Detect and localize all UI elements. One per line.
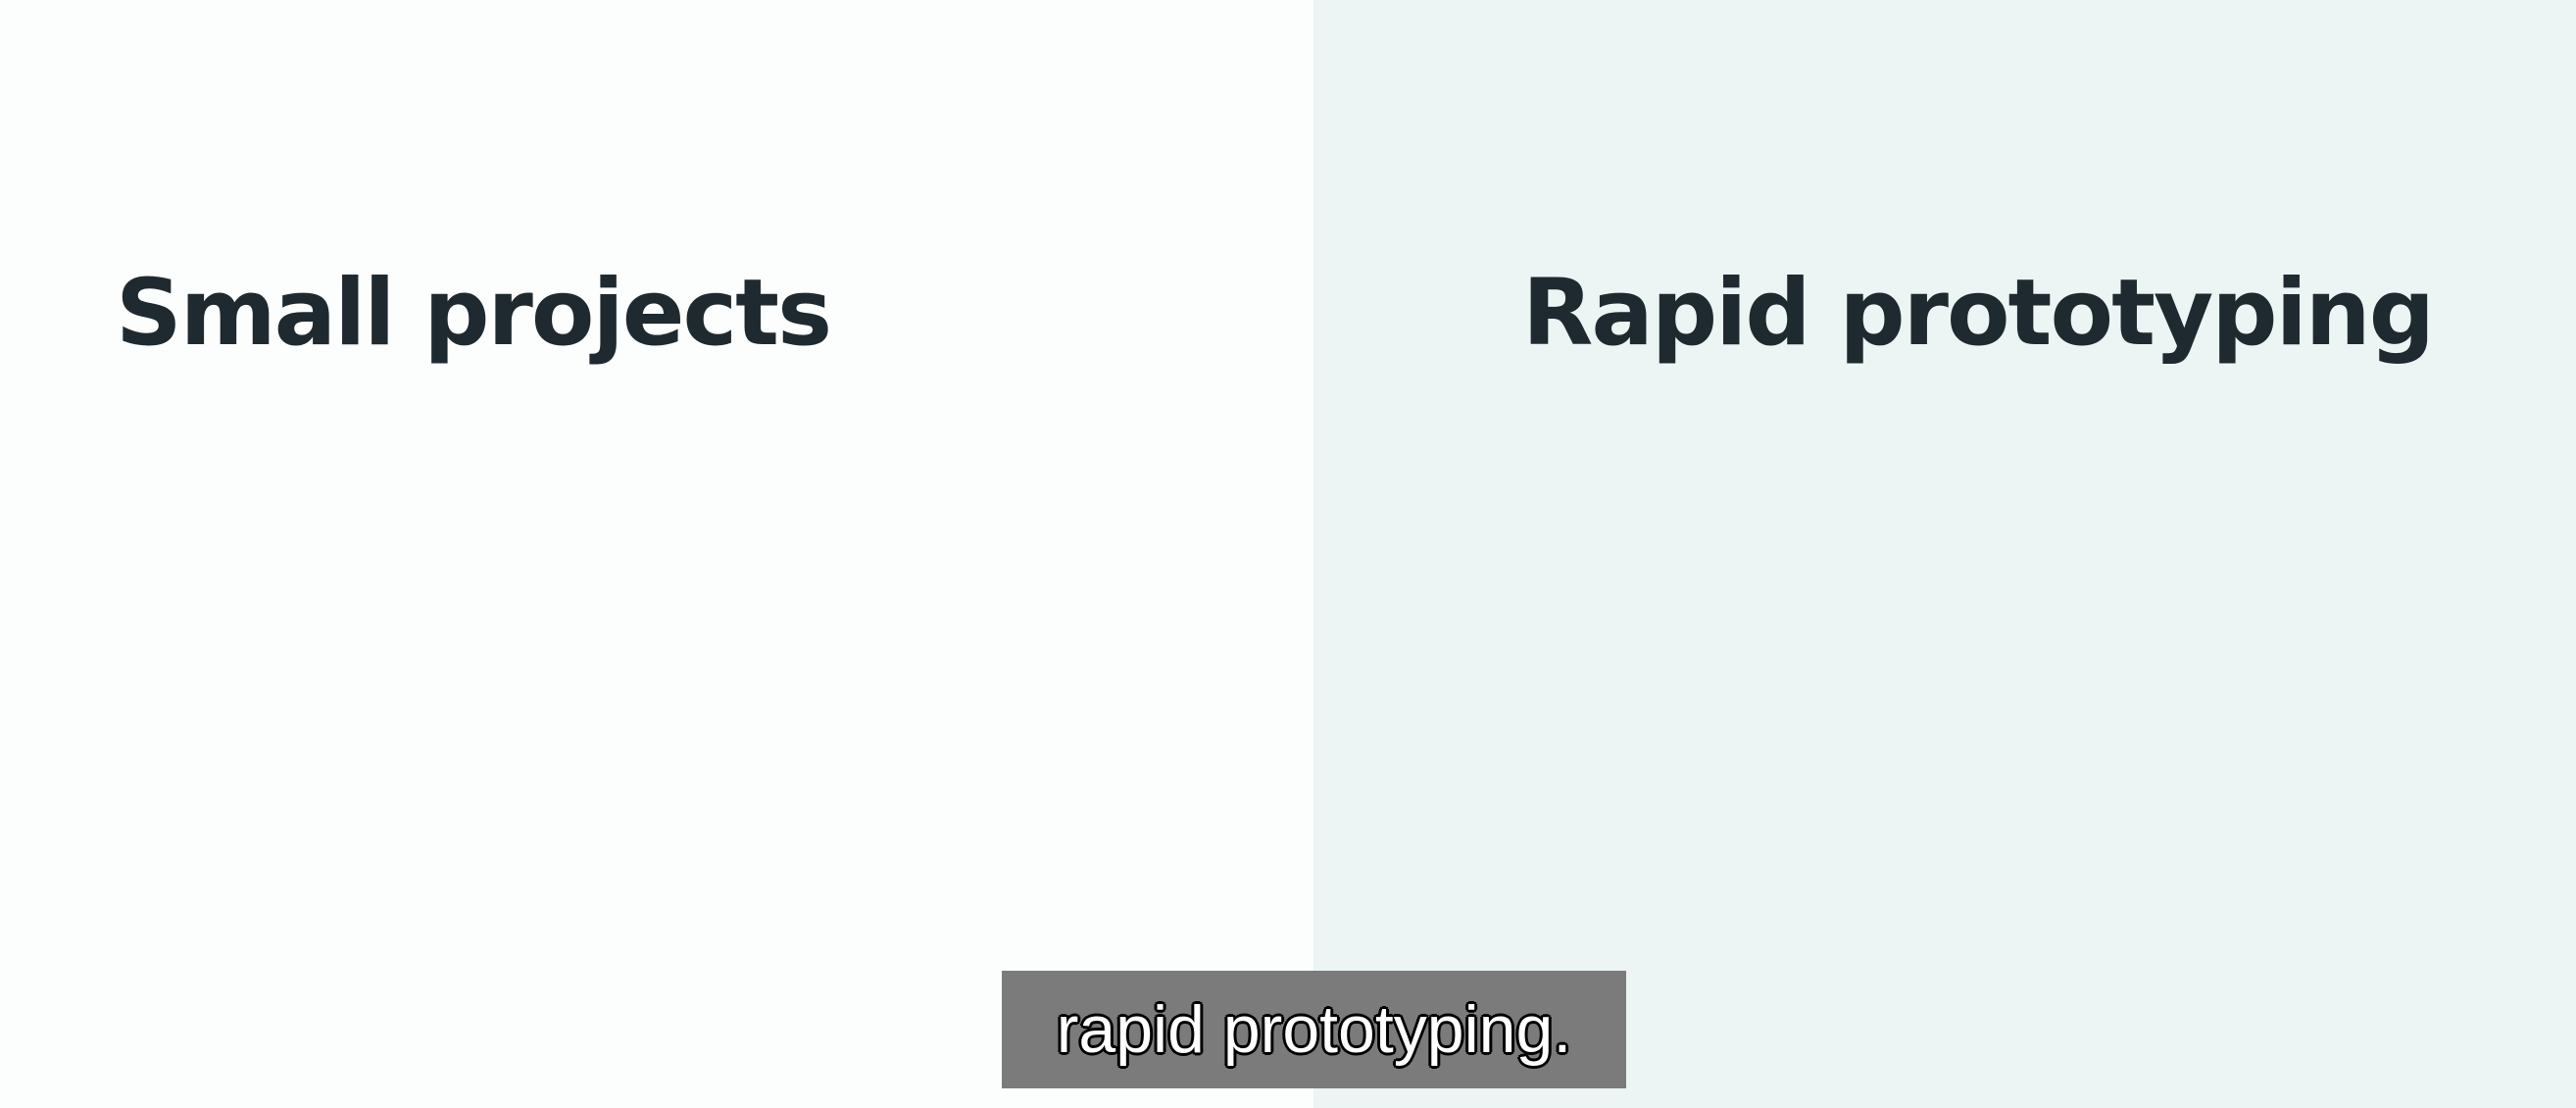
video-frame: Small projects Rapid prototyping rapid p… [0,0,2576,1108]
right-panel: Rapid prototyping [1313,0,2576,1108]
subtitle-caption: rapid prototyping. [1002,971,1626,1088]
left-panel-title: Small projects [116,260,832,367]
subtitle-text: rapid prototyping. [1056,992,1572,1067]
left-panel: Small projects [0,0,1313,1108]
right-panel-title: Rapid prototyping [1522,260,2435,367]
